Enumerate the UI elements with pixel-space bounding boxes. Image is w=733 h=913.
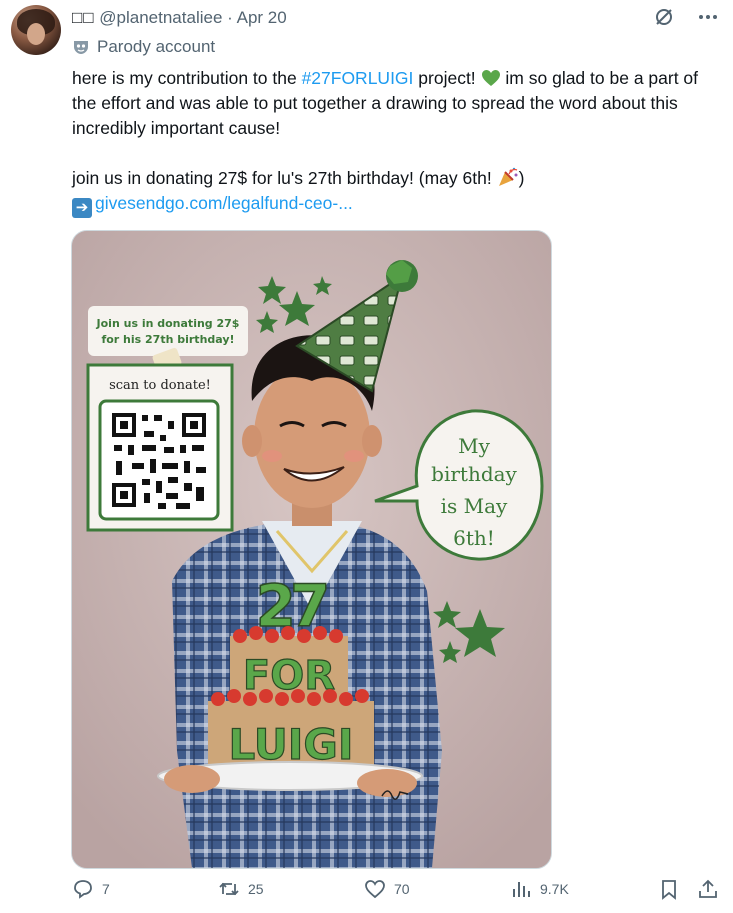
tweet-date[interactable]: Apr 20 (237, 8, 287, 27)
bubble-text-4: 6th! (453, 526, 495, 550)
cake-text-1: FOR (243, 653, 335, 699)
bookmark-button[interactable] (658, 878, 680, 900)
reply-icon (74, 880, 92, 899)
tweet-image[interactable]: Join us in donating 27$ for his 27th bir… (71, 230, 552, 869)
bubble-text-2: birthday (431, 462, 517, 486)
tweet-text-part: ) (518, 168, 525, 188)
share-icon (699, 879, 717, 898)
green-heart-icon (481, 70, 500, 86)
tweet-text: here is my contribution to the #27FORLUI… (72, 66, 722, 218)
qr-label: scan to donate! (109, 378, 211, 393)
tweet-header: □□ @planetnataliee · Apr 20 (72, 8, 287, 28)
donation-link[interactable]: givesendgo.com/legalfund-ceo-... (95, 193, 353, 213)
donation-sign: Join us in donating 27$ for his 27th bir… (86, 306, 248, 532)
share-button[interactable] (697, 878, 719, 900)
repost-count: 25 (248, 881, 264, 897)
action-bar: 7 25 70 9.7K (72, 878, 722, 912)
grok-icon[interactable] (653, 6, 675, 28)
party-popper-icon (498, 167, 518, 186)
parody-badge: Parody account (72, 37, 215, 57)
tweet-text-part: here is my contribution to the (72, 68, 302, 88)
heart-icon (365, 880, 385, 899)
like-count: 70 (394, 881, 410, 897)
sign-text-1: Join us in donating 27$ (96, 317, 240, 330)
separator: · (227, 8, 233, 27)
avatar-face (27, 23, 45, 45)
tweet-text-part: project! (413, 68, 481, 88)
handle[interactable]: @planetnataliee (99, 8, 222, 27)
top-icons (653, 6, 719, 28)
bubble-text-3: is May (441, 494, 508, 518)
mask-icon (74, 41, 88, 54)
right-arrow-icon: ➔ (72, 198, 92, 218)
hashtag-link[interactable]: #27FORLUIGI (302, 68, 414, 88)
parody-label: Parody account (97, 37, 216, 56)
repost-icon (219, 882, 239, 896)
bubble-text-1: My (458, 434, 490, 458)
reply-count: 7 (102, 881, 110, 897)
like-button[interactable]: 70 (364, 878, 410, 900)
tweet-text-part: join us in donating 27$ for lu's 27th bi… (72, 168, 497, 188)
sign-text-2: for his 27th birthday! (101, 333, 234, 346)
reply-button[interactable]: 7 (72, 878, 110, 900)
views-count: 9.7K (540, 881, 569, 897)
views-button[interactable]: 9.7K (510, 878, 569, 900)
illustration: Join us in donating 27$ for his 27th bir… (72, 231, 551, 868)
repost-button[interactable]: 25 (218, 878, 264, 900)
bookmark-icon (662, 880, 676, 900)
avatar[interactable] (11, 5, 61, 55)
more-icon[interactable] (697, 6, 719, 28)
views-icon (513, 882, 530, 897)
display-name[interactable]: □□ (72, 8, 95, 27)
